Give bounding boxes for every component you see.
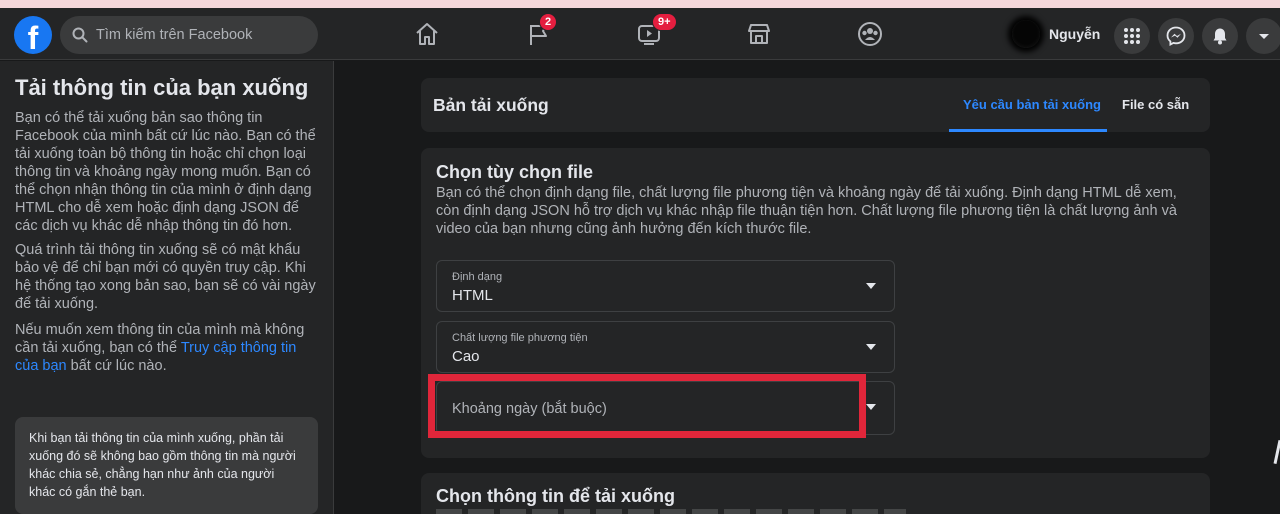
profile-shortcut[interactable]: Nguyễn xyxy=(1012,20,1100,48)
chevron-down-icon xyxy=(866,283,876,289)
marketplace-icon xyxy=(748,24,770,44)
notifications-bell-icon xyxy=(1213,28,1227,45)
tab-available-files[interactable]: File có sẵn xyxy=(1122,97,1189,112)
top-navigation-bar: f 2 9+ xyxy=(0,8,1280,60)
chevron-down-icon xyxy=(866,344,876,350)
menu-grid-icon xyxy=(1124,28,1140,44)
sidebar-access-text-after: bất cứ lúc nào. xyxy=(66,358,167,374)
sidebar-title: Tải thông tin của bạn xuống xyxy=(15,75,309,100)
file-options-description: Bạn có thể chọn định dạng file, chất lượ… xyxy=(436,185,1177,237)
search-input[interactable] xyxy=(96,27,296,43)
pages-notification-badge: 2 xyxy=(539,13,558,31)
search-box[interactable] xyxy=(60,16,318,54)
search-icon xyxy=(72,27,88,43)
home-tab[interactable] xyxy=(412,19,442,49)
chevron-down-icon xyxy=(866,404,876,410)
notifications-button[interactable] xyxy=(1202,18,1238,54)
media-quality-select[interactable]: Chất lượng file phương tiện Cao xyxy=(436,321,895,373)
sidebar-password-text: Quá trình tải thông tin xuống sẽ có mật … xyxy=(15,242,316,312)
media-quality-value: Cao xyxy=(452,348,480,365)
facebook-logo-icon[interactable]: f xyxy=(14,16,52,54)
pages-tab[interactable]: 2 xyxy=(524,13,558,49)
cropped-description-text xyxy=(436,509,906,514)
download-header-card: Bản tải xuống Yêu cầu bản tải xuống File… xyxy=(421,78,1210,132)
profile-name: Nguyễn xyxy=(1049,26,1101,42)
sidebar-intro-text: Bạn có thể tải xuống bản sao thông tin F… xyxy=(15,110,316,234)
marketplace-tab[interactable] xyxy=(744,19,774,49)
highlight-annotation-box xyxy=(428,374,866,438)
format-label: Định dạng xyxy=(452,271,503,283)
watch-notification-badge: 9+ xyxy=(652,13,677,31)
active-tab-indicator xyxy=(949,129,1107,132)
sidebar: Tải thông tin của bạn xuống Bạn có thể t… xyxy=(0,61,334,514)
watch-tab[interactable]: 9+ xyxy=(634,13,677,49)
account-caret-icon xyxy=(1259,34,1269,39)
groups-tab[interactable] xyxy=(855,19,885,49)
choose-information-card: Chọn thông tin để tải xuống xyxy=(421,473,1210,514)
browser-top-strip xyxy=(0,0,1280,8)
account-button[interactable] xyxy=(1246,18,1280,54)
groups-icon xyxy=(858,22,882,46)
page-title: Bản tải xuống xyxy=(433,95,549,115)
avatar xyxy=(1012,20,1040,48)
cursor-edge-mark xyxy=(1273,439,1280,465)
format-select[interactable]: Định dạng HTML xyxy=(436,260,895,312)
choose-information-title: Chọn thông tin để tải xuống xyxy=(436,486,675,506)
format-value: HTML xyxy=(452,287,493,304)
info-note-text: Khi bạn tải thông tin của mình xuống, ph… xyxy=(29,431,296,499)
messenger-icon xyxy=(1166,26,1186,46)
tab-request-download[interactable]: Yêu cầu bản tải xuống xyxy=(963,97,1101,112)
file-options-title: Chọn tùy chọn file xyxy=(436,162,593,182)
sidebar-access-text: Nếu muốn xem thông tin của mình mà không… xyxy=(15,321,321,375)
home-icon xyxy=(416,23,438,45)
media-quality-label: Chất lượng file phương tiện xyxy=(452,332,588,344)
info-note-box: Khi bạn tải thông tin của mình xuống, ph… xyxy=(15,417,318,514)
menu-button[interactable] xyxy=(1114,18,1150,54)
messenger-button[interactable] xyxy=(1158,18,1194,54)
